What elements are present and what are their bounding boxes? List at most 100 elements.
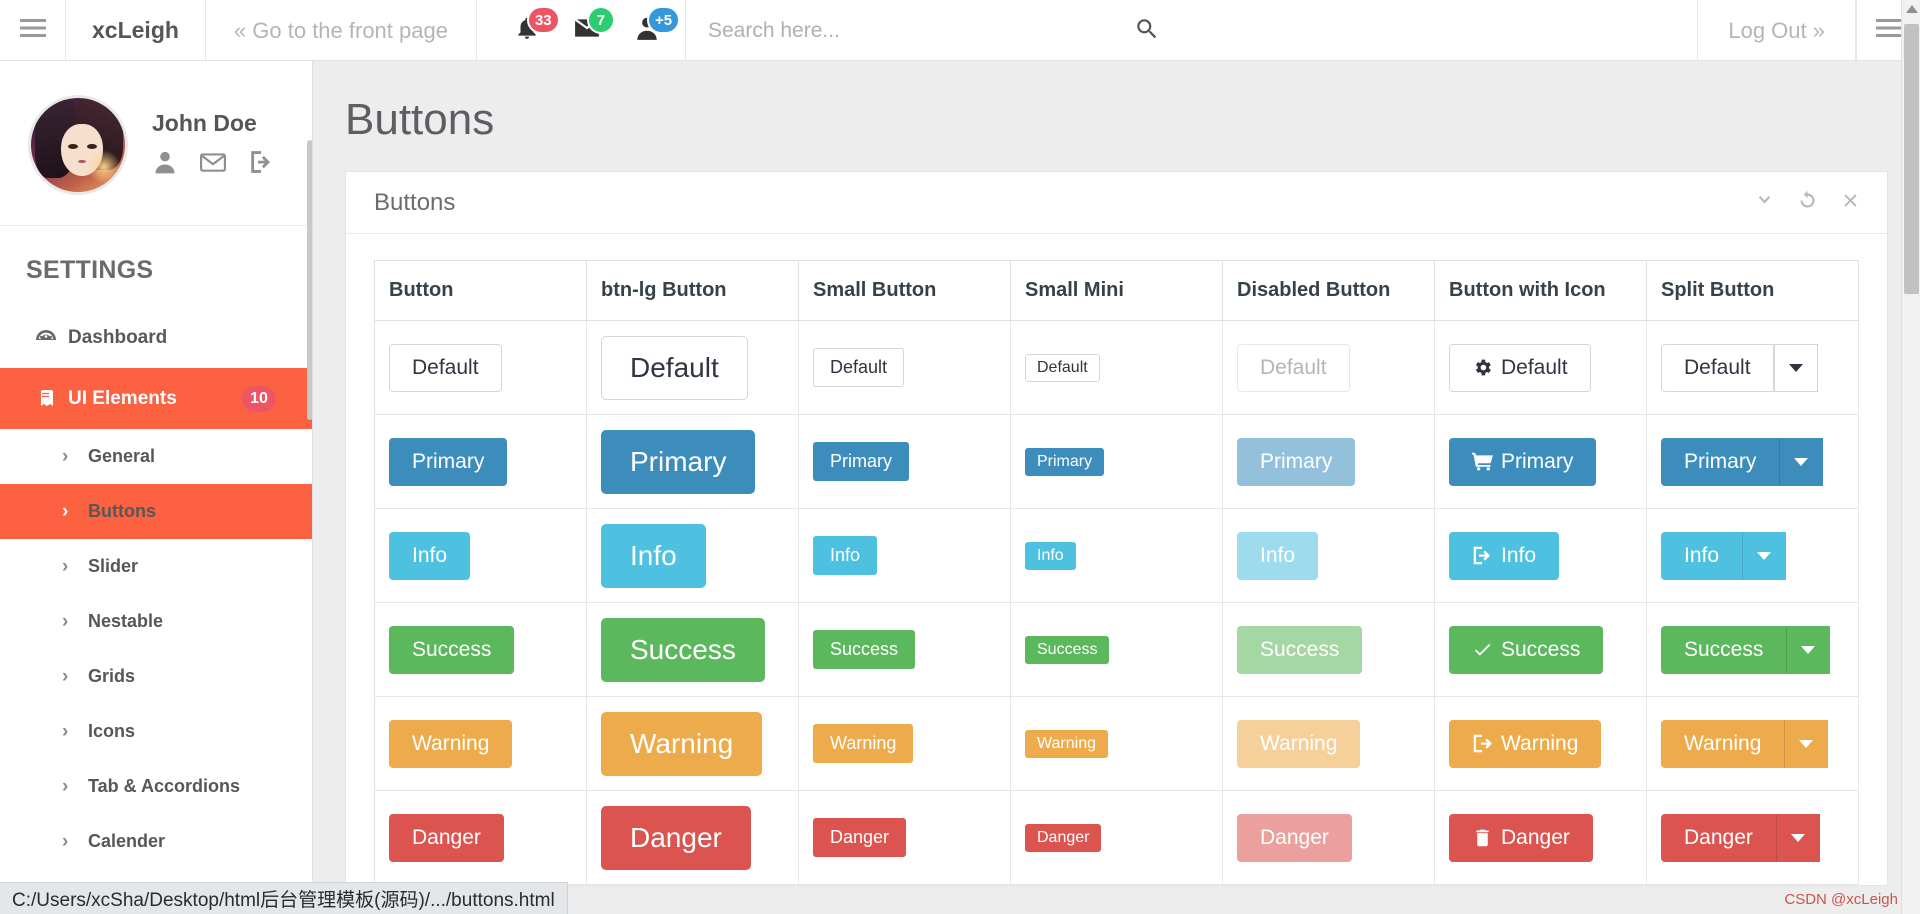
profile-name: John Doe bbox=[152, 110, 257, 136]
split-button-info: Info bbox=[1661, 531, 1787, 580]
user-icon[interactable] bbox=[152, 149, 178, 180]
notifications-button[interactable]: 33 bbox=[497, 0, 560, 61]
cell-small: Warning bbox=[798, 696, 1011, 791]
default-button-sm[interactable]: Default bbox=[813, 348, 905, 387]
danger-button-xs[interactable]: Danger bbox=[1025, 823, 1102, 852]
sidebar-subitem-general[interactable]: › General bbox=[0, 429, 312, 484]
sidebar-item-dashboard[interactable]: Dashboard bbox=[0, 307, 312, 368]
split-main-button[interactable]: Default bbox=[1661, 343, 1774, 392]
go-to-front-page-link[interactable]: « Go to the front page bbox=[206, 0, 477, 61]
warning-button-with-icon[interactable]: Warning bbox=[1449, 719, 1602, 768]
info-button-sm[interactable]: Info bbox=[813, 536, 878, 575]
brand-logo[interactable]: xcLeigh bbox=[66, 0, 206, 61]
split-caret-button[interactable] bbox=[1786, 625, 1831, 674]
success-button-sm[interactable]: Success bbox=[813, 630, 916, 669]
cell-small: Info bbox=[798, 508, 1011, 603]
split-caret-button[interactable] bbox=[1773, 343, 1818, 392]
default-button-xs[interactable]: Default bbox=[1025, 353, 1100, 382]
primary-button-xs[interactable]: Primary bbox=[1025, 447, 1105, 476]
cell-small-mini: Default bbox=[1010, 320, 1223, 415]
danger-button-lg[interactable]: Danger bbox=[601, 805, 751, 870]
primary-button-sm[interactable]: Primary bbox=[813, 442, 909, 481]
danger-button-sm[interactable]: Danger bbox=[813, 818, 907, 857]
split-main-button[interactable]: Danger bbox=[1661, 813, 1776, 862]
table-row: Info Info Info Info Info Info Info bbox=[374, 508, 1859, 603]
cell-disabled: Info bbox=[1222, 508, 1435, 603]
info-button-with-icon[interactable]: Info bbox=[1449, 531, 1560, 580]
sidebar-subitem-grids[interactable]: › Grids bbox=[0, 649, 312, 704]
sidebar-scrollbar[interactable] bbox=[307, 140, 312, 420]
sidebar-subitem-nestable[interactable]: › Nestable bbox=[0, 594, 312, 649]
watermark: CSDN @xcLeigh bbox=[1784, 891, 1898, 908]
info-button[interactable]: Info bbox=[389, 531, 471, 580]
cell-small-mini: Danger bbox=[1010, 790, 1223, 885]
warning-button[interactable]: Warning bbox=[389, 719, 513, 768]
cell-small-mini: Info bbox=[1010, 508, 1223, 603]
success-button[interactable]: Success bbox=[389, 625, 515, 674]
page-title: Buttons bbox=[345, 95, 495, 144]
split-caret-button[interactable] bbox=[1742, 531, 1787, 580]
warning-button-lg[interactable]: Warning bbox=[601, 711, 763, 776]
success-button-lg[interactable]: Success bbox=[601, 617, 765, 682]
sidebar-toggle-button[interactable] bbox=[0, 0, 66, 61]
close-icon[interactable] bbox=[1840, 190, 1861, 216]
sidebar-subitem-tab-accordions[interactable]: › Tab & Accordions bbox=[0, 759, 312, 814]
danger-button[interactable]: Danger bbox=[389, 813, 504, 862]
default-button-with-icon[interactable]: Default bbox=[1449, 343, 1591, 392]
warning-button-sm[interactable]: Warning bbox=[813, 724, 914, 763]
split-button-warning: Warning bbox=[1661, 719, 1829, 768]
primary-button-with-icon[interactable]: Primary bbox=[1449, 437, 1597, 486]
messages-button[interactable]: 7 bbox=[557, 0, 617, 61]
cell-btn-lg: Warning bbox=[586, 696, 799, 791]
users-button[interactable]: +5 bbox=[617, 0, 681, 61]
sidebar-subitem-calender[interactable]: › Calender bbox=[0, 814, 312, 869]
sidebar-subitem-buttons[interactable]: › Buttons bbox=[0, 484, 312, 539]
success-button-xs[interactable]: Success bbox=[1025, 635, 1110, 664]
primary-button-lg[interactable]: Primary bbox=[601, 429, 756, 494]
logout-link[interactable]: Log Out » bbox=[1697, 0, 1856, 61]
split-main-button[interactable]: Info bbox=[1661, 531, 1743, 580]
warning-button-xs[interactable]: Warning bbox=[1025, 729, 1108, 758]
search-bar[interactable] bbox=[686, 0, 1186, 61]
default-button-lg[interactable]: Default bbox=[601, 335, 748, 400]
sidebar-item-label: Dashboard bbox=[68, 326, 168, 348]
cell-button: Default bbox=[374, 320, 587, 415]
split-caret-button[interactable] bbox=[1779, 437, 1824, 486]
page-scrollbar[interactable] bbox=[1901, 0, 1920, 914]
info-button-xs[interactable]: Info bbox=[1025, 541, 1076, 570]
split-button-danger: Danger bbox=[1661, 813, 1820, 862]
cell-with-icon: Primary bbox=[1434, 414, 1647, 509]
search-input[interactable] bbox=[707, 18, 1130, 43]
default-button-disabled: Default bbox=[1237, 343, 1350, 392]
split-caret-button[interactable] bbox=[1784, 719, 1829, 768]
buttons-table: Button btn-lg Button Small Button Small … bbox=[374, 260, 1859, 885]
split-main-button[interactable]: Primary bbox=[1661, 437, 1780, 486]
split-caret-button[interactable] bbox=[1775, 813, 1820, 862]
split-main-button[interactable]: Warning bbox=[1661, 719, 1785, 768]
sign-in-icon bbox=[1472, 545, 1493, 566]
default-button[interactable]: Default bbox=[389, 343, 502, 392]
envelope-icon[interactable] bbox=[200, 149, 226, 180]
warning-button-disabled: Warning bbox=[1237, 719, 1361, 768]
sidebar-item-ui-elements[interactable]: UI Elements 10 bbox=[0, 368, 312, 429]
avatar[interactable] bbox=[28, 95, 128, 195]
sidebar-subitem-slider[interactable]: › Slider bbox=[0, 539, 312, 594]
cell-with-icon: Success bbox=[1434, 602, 1647, 697]
primary-button[interactable]: Primary bbox=[389, 437, 508, 486]
refresh-icon[interactable] bbox=[1797, 190, 1818, 216]
top-header: xcLeigh « Go to the front page 33 7 +5 S… bbox=[0, 0, 1920, 61]
cell-small-mini: Warning bbox=[1010, 696, 1223, 791]
sidebar-subitem-icons[interactable]: › Icons bbox=[0, 704, 312, 759]
chevron-down-icon[interactable] bbox=[1754, 190, 1775, 216]
search-button[interactable] bbox=[1130, 16, 1164, 45]
split-main-button[interactable]: Success bbox=[1661, 625, 1787, 674]
scroll-up-arrow-icon[interactable] bbox=[1906, 5, 1918, 13]
danger-button-with-icon[interactable]: Danger bbox=[1449, 813, 1593, 862]
scrollbar-thumb[interactable] bbox=[1904, 24, 1919, 294]
table-row: Success Success Success Success Success bbox=[374, 602, 1859, 697]
cell-disabled: Success bbox=[1222, 602, 1435, 697]
sign-out-icon[interactable] bbox=[248, 149, 274, 180]
success-button-with-icon[interactable]: Success bbox=[1449, 625, 1604, 674]
info-button-lg[interactable]: Info bbox=[601, 523, 706, 588]
chevron-right-icon: › bbox=[62, 445, 69, 467]
